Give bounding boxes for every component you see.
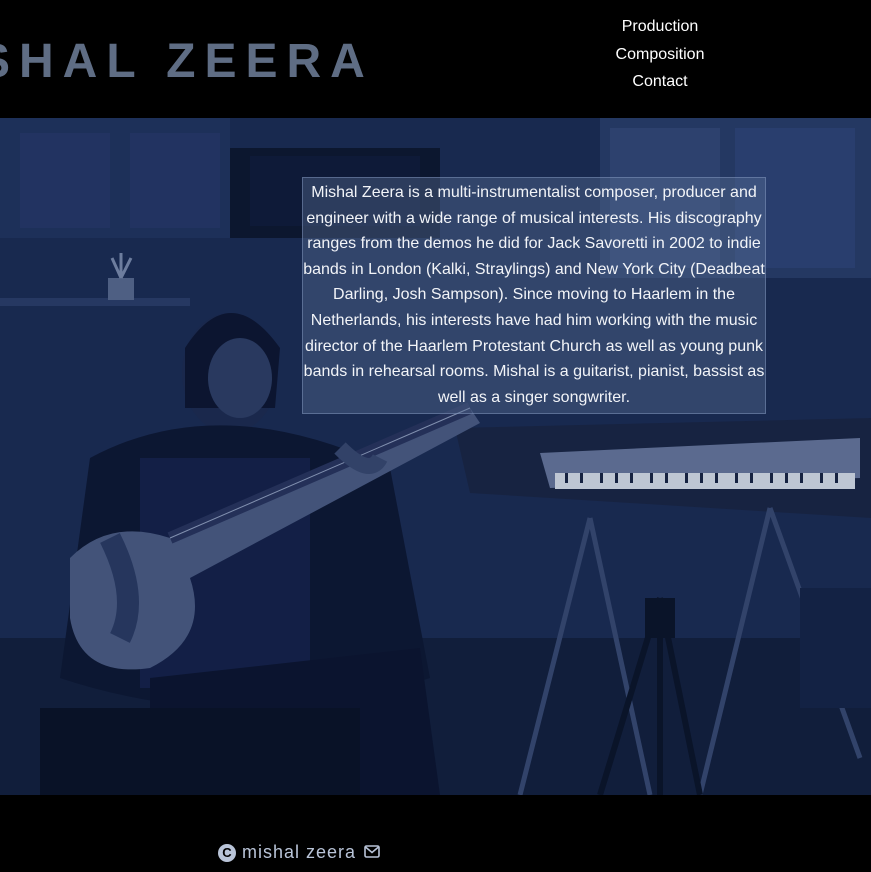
nav-link-contact[interactable]: Contact	[632, 68, 687, 96]
bio-text: Mishal Zeera is a multi-instrumentalist …	[302, 177, 766, 415]
main-nav: Production Composition Contact	[600, 13, 720, 96]
footer-credit: C mishal zeera	[218, 842, 380, 863]
site-footer: C mishal zeera	[0, 795, 871, 872]
site-logo[interactable]: SHAL ZEERA	[0, 34, 374, 90]
nav-link-production[interactable]: Production	[622, 13, 699, 41]
nav-link-composition[interactable]: Composition	[616, 41, 705, 69]
footer-name: mishal zeera	[242, 842, 357, 862]
mail-icon[interactable]	[364, 842, 380, 863]
copyright-icon: C	[218, 843, 236, 862]
hero-photo: Mishal Zeera is a multi-instrumentalist …	[0, 118, 871, 795]
page: SHAL ZEERA Production Composition Contac…	[0, 0, 871, 872]
site-header: SHAL ZEERA Production Composition Contac…	[0, 0, 871, 118]
